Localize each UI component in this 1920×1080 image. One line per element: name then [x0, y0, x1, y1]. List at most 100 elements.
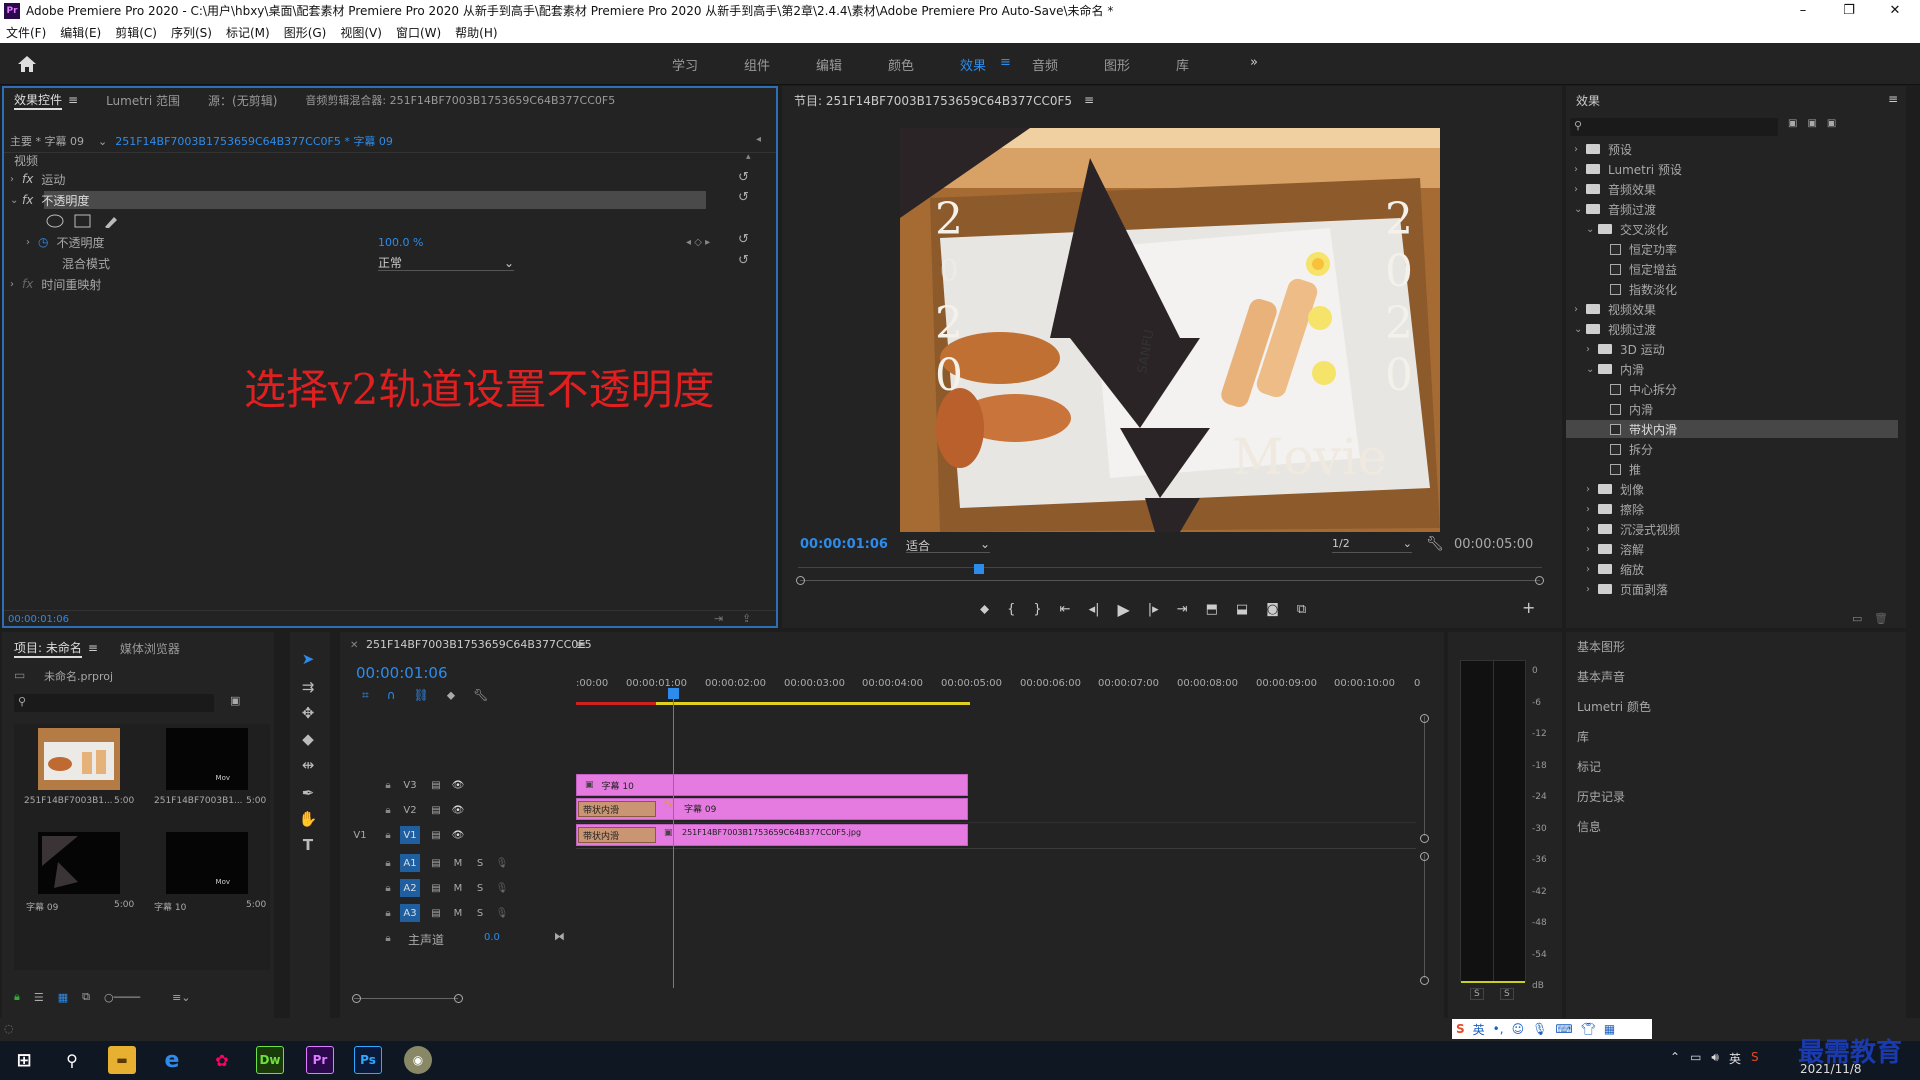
solo-button[interactable]: S [470, 854, 490, 872]
lock-icon[interactable]: 🔒︎ [378, 879, 398, 897]
razor-tool-icon[interactable]: ◆ [298, 730, 318, 750]
search-icon[interactable]: ⚲ [58, 1046, 86, 1074]
effect-tree-item[interactable]: 指数淡化 [1566, 280, 1898, 298]
slip-tool-icon[interactable]: ⇹ [298, 756, 318, 776]
expand-icon[interactable]: › [1574, 184, 1586, 195]
workspace-menu-icon[interactable]: ≡ [1000, 55, 1011, 70]
panel-menu-icon[interactable]: ≡ [1084, 93, 1094, 107]
sync-lock-icon[interactable]: ▤ [426, 801, 446, 819]
menu-help[interactable]: 帮助(H) [455, 24, 497, 41]
new-bin-icon[interactable]: ▭ [1852, 612, 1862, 625]
zoom-slider[interactable]: ○──── [104, 991, 140, 1004]
eye-icon[interactable]: 👁︎ [448, 801, 468, 819]
yuv-effects-icon[interactable]: ▣ [1827, 118, 1836, 129]
add-button-icon[interactable]: + [1522, 598, 1535, 617]
menu-markers[interactable]: 标记(M) [226, 24, 270, 41]
reset-icon[interactable]: ↺ [738, 170, 749, 185]
ime-mic-icon[interactable]: 🎙︎ [1532, 1022, 1547, 1036]
expand-icon[interactable]: › [1586, 524, 1598, 535]
tab-effect-controls[interactable]: 效果控件 [14, 91, 63, 110]
ime-skin-icon[interactable]: 👕︎ [1581, 1022, 1596, 1036]
go-to-in-icon[interactable]: ⇤ [1060, 602, 1071, 617]
chevron-down-icon[interactable]: ⌄ [98, 135, 107, 148]
workspace-effects[interactable]: 效果 [960, 55, 986, 74]
paint-icon[interactable]: ✿ [208, 1046, 236, 1074]
workspace-graphics[interactable]: 图形 [1104, 55, 1130, 74]
effects-search-input[interactable]: ⚲ [1570, 118, 1778, 136]
file-explorer-icon[interactable]: ▬ [108, 1046, 136, 1074]
scroll-handle[interactable] [1420, 976, 1429, 985]
go-to-out-icon[interactable]: ⇥ [1177, 602, 1188, 617]
expand-icon[interactable]: › [1574, 144, 1586, 155]
panel-menu-icon[interactable]: ≡ [68, 93, 78, 107]
photoshop-icon[interactable]: Ps [354, 1046, 382, 1074]
sync-lock-icon[interactable]: ▤ [426, 826, 446, 844]
sync-lock-icon[interactable]: ▤ [426, 854, 446, 872]
32bit-effects-icon[interactable]: ▣ [1807, 118, 1816, 129]
lock-icon[interactable]: 🔒︎ [378, 801, 398, 819]
effect-tree-item[interactable]: › 缩放 [1566, 560, 1898, 578]
menu-file[interactable]: 文件(F) [6, 24, 46, 41]
effect-tree-item[interactable]: ⌄ 交叉淡化 [1566, 220, 1898, 238]
collapse-icon[interactable]: ⌄ [1574, 204, 1586, 215]
wrench-icon[interactable]: 🔧︎ [1426, 536, 1444, 552]
time-ruler[interactable] [576, 690, 1416, 710]
panel-lumetri-color[interactable]: Lumetri 颜色 [1577, 698, 1651, 715]
track-label-a1[interactable]: A1 [400, 854, 420, 872]
scroll-handle-right[interactable] [1535, 576, 1544, 585]
menu-window[interactable]: 窗口(W) [396, 24, 441, 41]
export-frame-icon[interactable]: ◙ [1266, 602, 1279, 617]
mark-out-icon[interactable]: } [1033, 602, 1041, 617]
clip-v3[interactable]: ▣ 字幕 10 [576, 774, 968, 796]
panel-essential-sound[interactable]: 基本声音 [1577, 668, 1625, 685]
home-icon[interactable] [16, 54, 38, 74]
expand-icon[interactable]: › [1586, 484, 1598, 495]
project-thumb-title10[interactable]: Mov [166, 832, 248, 894]
lift-icon[interactable]: ⬒ [1206, 602, 1218, 617]
workspace-libraries[interactable]: 库 [1176, 55, 1189, 74]
type-tool-icon[interactable]: T [298, 836, 318, 856]
network-icon[interactable]: ▭ [1690, 1050, 1701, 1067]
scroll-handle[interactable] [1420, 852, 1429, 861]
effects-title[interactable]: 效果 [1576, 92, 1600, 109]
tray-overflow-icon[interactable]: ⌃ [1670, 1050, 1680, 1067]
volume-icon[interactable]: 🔊︎ [1711, 1050, 1719, 1067]
project-thumb-title[interactable]: Mov [166, 728, 248, 790]
expand-icon[interactable]: › [1574, 164, 1586, 175]
workspace-color[interactable]: 颜色 [888, 55, 914, 74]
effect-tree-item[interactable]: › 沉浸式视频 [1566, 520, 1898, 538]
ripple-edit-tool-icon[interactable]: ✥ [298, 704, 318, 724]
solo-left-button[interactable]: S [1470, 988, 1484, 1000]
track-label-a3[interactable]: A3 [400, 904, 420, 922]
scroll-handle[interactable] [1420, 714, 1429, 723]
mute-button[interactable]: M [448, 879, 468, 897]
solo-right-button[interactable]: S [1500, 988, 1514, 1000]
expand-icon[interactable]: › [26, 237, 38, 248]
sort-icon[interactable]: ≡⌄ [172, 991, 190, 1004]
effect-tree-item[interactable]: 恒定功率 [1566, 240, 1898, 258]
mic-icon[interactable]: 🎙︎ [492, 854, 512, 872]
playhead-handle[interactable] [668, 688, 679, 699]
expand-icon[interactable]: › [1586, 544, 1598, 555]
audio-vscroll[interactable] [1424, 854, 1425, 978]
ime-toolbar[interactable]: S 英 •, ☺ 🎙︎ ⌨ 👕︎ ▦ [1452, 1019, 1652, 1039]
effect-tree-item[interactable]: 拆分 [1566, 440, 1898, 458]
effect-tree-item[interactable]: ⌄ 音频过渡 [1566, 200, 1898, 218]
collapse-icon[interactable]: ⌄ [10, 195, 22, 206]
effect-tree-item[interactable]: › Lumetri 预设 [1566, 160, 1898, 178]
play-icon[interactable]: ▶ [1117, 600, 1129, 619]
timeline-hscroll[interactable] [354, 998, 458, 999]
track-label-v1[interactable]: V1 [400, 826, 420, 844]
ime-tray-icon[interactable]: 英 [1729, 1050, 1741, 1067]
tab-audio-clip-mixer[interactable]: 音频剪辑混合器: 251F14BF7003B1753659C64B377CC0F… [305, 92, 615, 108]
lock-icon[interactable]: 🔒︎ [378, 929, 398, 947]
mute-button[interactable]: M [448, 904, 468, 922]
edge-browser-icon[interactable]: e [158, 1046, 186, 1074]
stopwatch-icon[interactable]: ◷ [38, 235, 48, 249]
program-preview[interactable]: SANFU 2020 2020 Movie [900, 128, 1440, 532]
effect-tree-item[interactable]: 恒定增益 [1566, 260, 1898, 278]
tab-lumetri-scopes[interactable]: Lumetri 范围 [106, 92, 180, 109]
solo-button[interactable]: S [470, 879, 490, 897]
panel-markers[interactable]: 标记 [1577, 758, 1601, 775]
effect-tree-item[interactable]: › 页面剥落 [1566, 580, 1898, 598]
